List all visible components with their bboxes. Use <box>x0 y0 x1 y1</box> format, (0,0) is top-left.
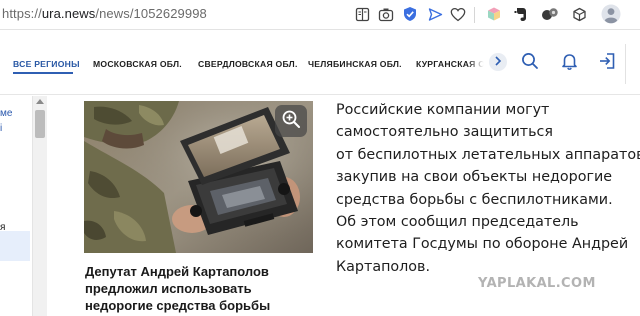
zoom-in-icon <box>281 109 301 134</box>
nav-divider <box>625 44 626 84</box>
notifications-button[interactable] <box>558 52 580 74</box>
scroll-up-arrow-icon[interactable] <box>36 99 44 104</box>
scrollbar-thumb[interactable] <box>35 110 45 138</box>
login-icon <box>598 52 616 75</box>
caption-line: недорогие средства борьбы <box>85 298 271 313</box>
article-body: Российские компании могут самостоятельно… <box>336 99 640 278</box>
chevron-right-icon <box>494 53 502 71</box>
extension-icon[interactable] <box>540 4 560 24</box>
url-scheme: https:// <box>2 6 42 21</box>
zoom-photo-button[interactable] <box>275 105 307 137</box>
url-path: /news/1052629998 <box>95 6 207 21</box>
article-text-line: Об этом сообщил председатель <box>336 214 579 231</box>
regions-nav: ВСЕ РЕГИОНЫ МОСКОВСКАЯ ОБЛ. СВЕРДЛОВСКАЯ… <box>0 30 640 95</box>
nav-item-sverdlovsk-region[interactable]: СВЕРДЛОВСКАЯ ОБЛ. <box>198 59 298 69</box>
extension-icon[interactable] <box>484 4 504 24</box>
search-button[interactable] <box>519 52 541 74</box>
article-text-line: Российские компании могут <box>336 102 550 118</box>
caption-line: предложил использовать <box>85 281 252 296</box>
browser-address-bar: https://ura.news/news/1052629998 <box>0 0 640 30</box>
search-icon <box>521 52 539 75</box>
toolbar-separator <box>474 7 475 23</box>
sidebar-selected-item[interactable] <box>0 231 30 261</box>
sidebar-text: я <box>0 222 6 233</box>
sidebar-link[interactable]: i <box>0 123 2 134</box>
screenshot-icon[interactable] <box>376 4 396 24</box>
nav-item-chelyabinsk-region[interactable]: ЧЕЛЯБИНСКАЯ ОБЛ. <box>308 59 402 69</box>
profile-avatar-icon[interactable] <box>600 4 622 24</box>
article-text-line: самостоятельно защититься <box>336 124 553 141</box>
article-text-line: от беспилотных летательных аппаратов, <box>336 146 640 163</box>
article-text-line: закупив на свои объекты недорогие <box>336 169 613 186</box>
article-text-line: средства борьбы с беспилотниками. <box>336 191 613 208</box>
evernote-icon[interactable] <box>510 4 530 24</box>
login-button[interactable] <box>596 52 618 74</box>
caption-line: Депутат Андрей Картаполов <box>85 264 269 279</box>
url-field[interactable]: https://ura.news/news/1052629998 <box>2 6 207 21</box>
reader-mode-icon[interactable] <box>352 4 372 24</box>
bell-icon <box>561 52 578 75</box>
active-tab-underline <box>13 72 73 74</box>
send-icon[interactable] <box>425 4 445 24</box>
photo-caption[interactable]: Депутат Андрей Картаполов предложил испо… <box>85 263 313 314</box>
heart-icon[interactable] <box>448 4 468 24</box>
nav-item-moscow-region[interactable]: МОСКОВСКАЯ ОБЛ. <box>93 59 182 69</box>
shield-check-icon[interactable] <box>400 4 420 24</box>
sidebar-link[interactable]: ме <box>0 108 12 119</box>
sidebar-scrollbar[interactable] <box>32 96 47 316</box>
puzzle-icon[interactable] <box>569 4 589 24</box>
article-text-line: комитета Госдумы по обороне Андрей <box>336 236 629 253</box>
article-text-line: Картаполов. <box>336 258 431 275</box>
watermark: YAPLAKAL.COM <box>478 276 596 291</box>
nav-scroll-right-button[interactable] <box>489 53 507 71</box>
left-sidebar: ме i я <box>0 96 32 316</box>
url-host: ura.news <box>41 6 96 21</box>
nav-item-all-regions[interactable]: ВСЕ РЕГИОНЫ <box>13 59 80 69</box>
